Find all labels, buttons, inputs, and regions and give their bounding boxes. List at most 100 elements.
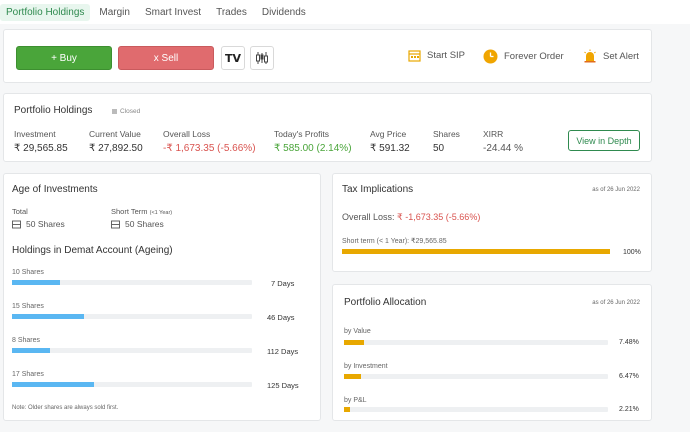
todays-profits-label: Today's Profits	[274, 129, 330, 139]
short-term-tax-pct: 100%	[623, 249, 641, 256]
tab-dividends[interactable]: Dividends	[256, 4, 312, 21]
overall-loss-label: Overall Loss	[163, 129, 211, 139]
allocation-label: by Investment	[344, 363, 388, 370]
short-term-tax-label: Short term (< 1 Year): ₹29,565.85	[342, 238, 447, 245]
allocation-pct: 6.47%	[619, 373, 639, 380]
avg-price-label: Avg Price	[370, 129, 407, 139]
ageing-bar-fill	[12, 382, 94, 387]
ageing-row-days: 7 Days	[271, 279, 295, 288]
total-shares: 50 Shares	[12, 219, 65, 229]
ageing-row-days: 46 Days	[267, 313, 295, 322]
xirr-stat: XIRR -24.44 %	[483, 129, 523, 154]
current-value-stat: Current Value ₹ 27,892.50	[89, 129, 143, 154]
overall-loss-value: -₹ 1,673.35 (-5.66%)	[163, 143, 256, 154]
short-term-value: 50 Shares	[125, 219, 164, 229]
candlestick-icon	[256, 52, 268, 64]
set-alert-button[interactable]: Set Alert	[583, 49, 639, 63]
avg-price-value: ₹ 591.32	[370, 143, 410, 154]
ageing-row-label: 17 Shares	[12, 371, 44, 378]
tradingview-icon: TV	[224, 51, 242, 65]
tradingview-chart-button[interactable]: TV	[221, 46, 245, 70]
todays-profits-value: ₹ 585.00 (2.14%)	[274, 143, 352, 154]
allocation-pct: 2.21%	[619, 406, 639, 413]
age-title: Age of Investments	[12, 184, 98, 195]
short-term-heading: Short Term (<1 Year)	[111, 207, 172, 216]
shares-stack-icon	[12, 220, 21, 228]
short-term-shares: 50 Shares	[111, 219, 164, 229]
ageing-row-label: 8 Shares	[12, 337, 41, 344]
short-term-tax-bar-fill	[342, 249, 610, 254]
status-dot-icon	[112, 109, 117, 114]
allocation-bar-fill	[344, 374, 362, 379]
ageing-bar	[12, 382, 252, 387]
current-value-label: Current Value	[89, 129, 141, 139]
investment-label: Investment	[14, 129, 56, 139]
tab-smart-invest[interactable]: Smart Invest	[139, 4, 207, 21]
start-sip-label: Start SIP	[427, 50, 466, 61]
short-term-sub: (<1 Year)	[149, 210, 173, 216]
allocation-bar-fill	[344, 407, 350, 412]
clock-icon	[483, 49, 498, 64]
allocation-pct: 7.48%	[619, 339, 639, 346]
summary-card: Portfolio Holdings Closed Investment ₹ 2…	[3, 93, 652, 162]
avg-price-stat: Avg Price ₹ 591.32	[370, 129, 410, 154]
current-value-value: ₹ 27,892.50	[89, 143, 143, 154]
portfolio-allocation-card: Portfolio Allocation as of 26 Jun 2022 b…	[332, 284, 652, 421]
shares-stack-icon	[111, 220, 120, 228]
shares-stat: Shares 50	[433, 129, 460, 154]
xirr-label: XIRR	[483, 129, 504, 139]
forever-order-button[interactable]: Forever Order	[483, 49, 564, 64]
short-term-tax-bar	[342, 249, 610, 254]
sell-button[interactable]: x Sell	[118, 46, 214, 70]
xirr-value: -24.44 %	[483, 143, 524, 154]
candlestick-chart-button[interactable]	[250, 46, 274, 70]
total-label: Total	[12, 207, 28, 216]
forever-order-label: Forever Order	[504, 51, 564, 62]
ageing-note: Note: Older shares are always sold first…	[12, 405, 119, 411]
allocation-label: by P&L	[344, 397, 367, 404]
ageing-row-label: 10 Shares	[12, 269, 44, 276]
investment-stat: Investment ₹ 29,565.85	[14, 129, 68, 154]
shares-value: 50	[433, 143, 445, 154]
tax-loss-value: ₹ -1,673.35 (-5.66%)	[397, 212, 481, 222]
ageing-bar	[12, 348, 252, 353]
tab-portfolio-holdings[interactable]: Portfolio Holdings	[0, 3, 91, 21]
ageing-bar	[12, 314, 252, 319]
total-value: 50 Shares	[26, 219, 65, 229]
todays-profits-stat: Today's Profits ₹ 585.00 (2.14%)	[274, 129, 352, 154]
view-in-depth-button[interactable]: View in Depth	[568, 130, 640, 151]
summary-title: Portfolio Holdings	[14, 105, 93, 116]
shares-label: Shares	[433, 129, 460, 139]
ageing-row-label: 15 Shares	[12, 303, 44, 310]
set-alert-label: Set Alert	[603, 50, 639, 62]
age-of-investments-card: Age of Investments Total 50 Shares Short…	[3, 173, 321, 421]
ageing-bar-fill	[12, 280, 60, 285]
tax-title: Tax Implications	[342, 184, 414, 195]
calendar-icon	[408, 50, 421, 62]
allocation-bar	[344, 340, 608, 345]
overall-loss-stat: Overall Loss -₹ 1,673.35 (-5.66%)	[163, 129, 256, 154]
tax-overall-loss: Overall Loss: ₹ -1,673.35 (-5.66%)	[342, 212, 480, 223]
tab-trades[interactable]: Trades	[210, 4, 253, 21]
allocation-bar-fill	[344, 340, 364, 345]
tax-loss-label: Overall Loss:	[342, 212, 395, 222]
market-status: Closed	[112, 108, 140, 115]
ageing-row-days: 112 Days	[267, 347, 299, 356]
allocation-bar	[344, 407, 608, 412]
status-badge: Closed	[120, 108, 141, 115]
allocation-date: as of 26 Jun 2022	[592, 300, 640, 306]
ageing-bar-fill	[12, 348, 51, 353]
ageing-row-days: 125 Days	[267, 381, 299, 390]
tab-margin[interactable]: Margin	[93, 4, 136, 21]
ageing-bar	[12, 280, 252, 285]
allocation-bar	[344, 374, 608, 379]
start-sip-button[interactable]: Start SIP	[408, 49, 465, 62]
ageing-bar-fill	[12, 314, 84, 319]
alert-siren-icon	[584, 49, 596, 63]
short-term-label: Short Term	[111, 207, 148, 216]
allocation-label: by Value	[344, 328, 371, 335]
demat-title: Holdings in Demat Account (Ageing)	[12, 245, 173, 256]
tab-bar: Portfolio Holdings Margin Smart Invest T…	[0, 0, 690, 24]
allocation-title: Portfolio Allocation	[344, 297, 427, 308]
buy-button[interactable]: + Buy	[16, 46, 112, 70]
